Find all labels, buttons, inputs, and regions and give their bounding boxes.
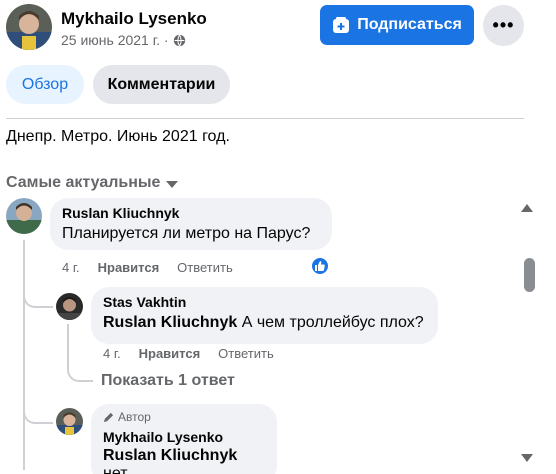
caret-down-icon xyxy=(166,180,179,188)
tab-overview[interactable]: Обзор xyxy=(6,65,84,104)
thread-connector xyxy=(23,278,53,308)
post-text: Днепр. Метро. Июнь 2021 год. xyxy=(6,128,230,145)
show-replies-button[interactable]: Показать 1 ответ xyxy=(101,372,235,390)
sort-dropdown[interactable]: Самые актуальные xyxy=(6,174,179,192)
thread-line xyxy=(23,240,25,470)
comment-actions: 4 г. Нравится Ответить xyxy=(62,260,233,275)
reply-button[interactable]: Ответить xyxy=(177,260,233,275)
like-reaction-icon[interactable] xyxy=(310,256,330,276)
comment-bubble: Stas Vakhtin Ruslan Kliuchnyk А чем трол… xyxy=(91,287,438,344)
commenter-avatar[interactable] xyxy=(56,408,83,435)
like-button[interactable]: Нравится xyxy=(139,346,201,361)
author-badge: Автор xyxy=(103,410,265,424)
comment-text: Ruslan Kliuchnyk А чем троллейбус плох? xyxy=(103,314,426,332)
commenter-avatar[interactable] xyxy=(56,293,83,320)
commenter-avatar[interactable] xyxy=(6,198,42,234)
author-badge-label: Автор xyxy=(118,410,151,424)
comment-author[interactable]: Mykhailo Lysenko xyxy=(103,429,265,445)
scroll-down-arrow-icon[interactable] xyxy=(521,454,533,462)
comment-bubble: Ruslan Kliuchnyk Планируется ли метро на… xyxy=(50,198,332,250)
comment-author[interactable]: Stas Vakhtin xyxy=(103,294,426,310)
thread-connector xyxy=(23,394,53,424)
comment-author[interactable]: Ruslan Kliuchnyk xyxy=(62,205,320,221)
like-button[interactable]: Нравится xyxy=(98,260,160,275)
comment-time[interactable]: 4 г. xyxy=(103,346,121,361)
comment-body: А чем троллейбус плох? xyxy=(237,314,424,331)
comment-text: Планируется ли метро на Парус? xyxy=(62,225,311,242)
divider xyxy=(6,118,524,119)
post-date[interactable]: 25 июнь 2021 г. · xyxy=(61,32,169,48)
comment-bubble: Автор Mykhailo Lysenko Ruslan Kliuchnyk … xyxy=(91,404,277,474)
sort-label: Самые актуальные xyxy=(6,174,161,191)
more-options-icon: ••• xyxy=(492,15,515,35)
pen-icon xyxy=(103,412,114,422)
post-author-name[interactable]: Mykhailo Lysenko xyxy=(61,9,207,29)
comment-time[interactable]: 4 г. xyxy=(62,260,80,275)
comment-actions: 4 г. Нравится Ответить xyxy=(103,346,274,361)
post-meta: 25 июнь 2021 г. · xyxy=(61,32,186,48)
reply-button[interactable]: Ответить xyxy=(218,346,274,361)
subscribe-icon xyxy=(333,17,350,33)
tab-comments[interactable]: Комментарии xyxy=(93,65,230,104)
mention-link[interactable]: Ruslan Kliuchnyk xyxy=(103,314,237,331)
scrollbar-thumb[interactable] xyxy=(524,258,535,292)
scroll-up-arrow-icon[interactable] xyxy=(521,204,533,212)
comment-body: нет xyxy=(103,465,128,474)
author-avatar[interactable] xyxy=(6,4,52,50)
comment-text: Ruslan Kliuchnyk нет xyxy=(103,447,265,474)
more-options-button[interactable]: ••• xyxy=(483,5,524,46)
thread-connector xyxy=(67,352,93,382)
mention-link[interactable]: Ruslan Kliuchnyk xyxy=(103,447,237,464)
globe-icon xyxy=(173,34,185,46)
subscribe-button[interactable]: Подписаться xyxy=(320,5,474,45)
subscribe-label: Подписаться xyxy=(357,16,462,33)
